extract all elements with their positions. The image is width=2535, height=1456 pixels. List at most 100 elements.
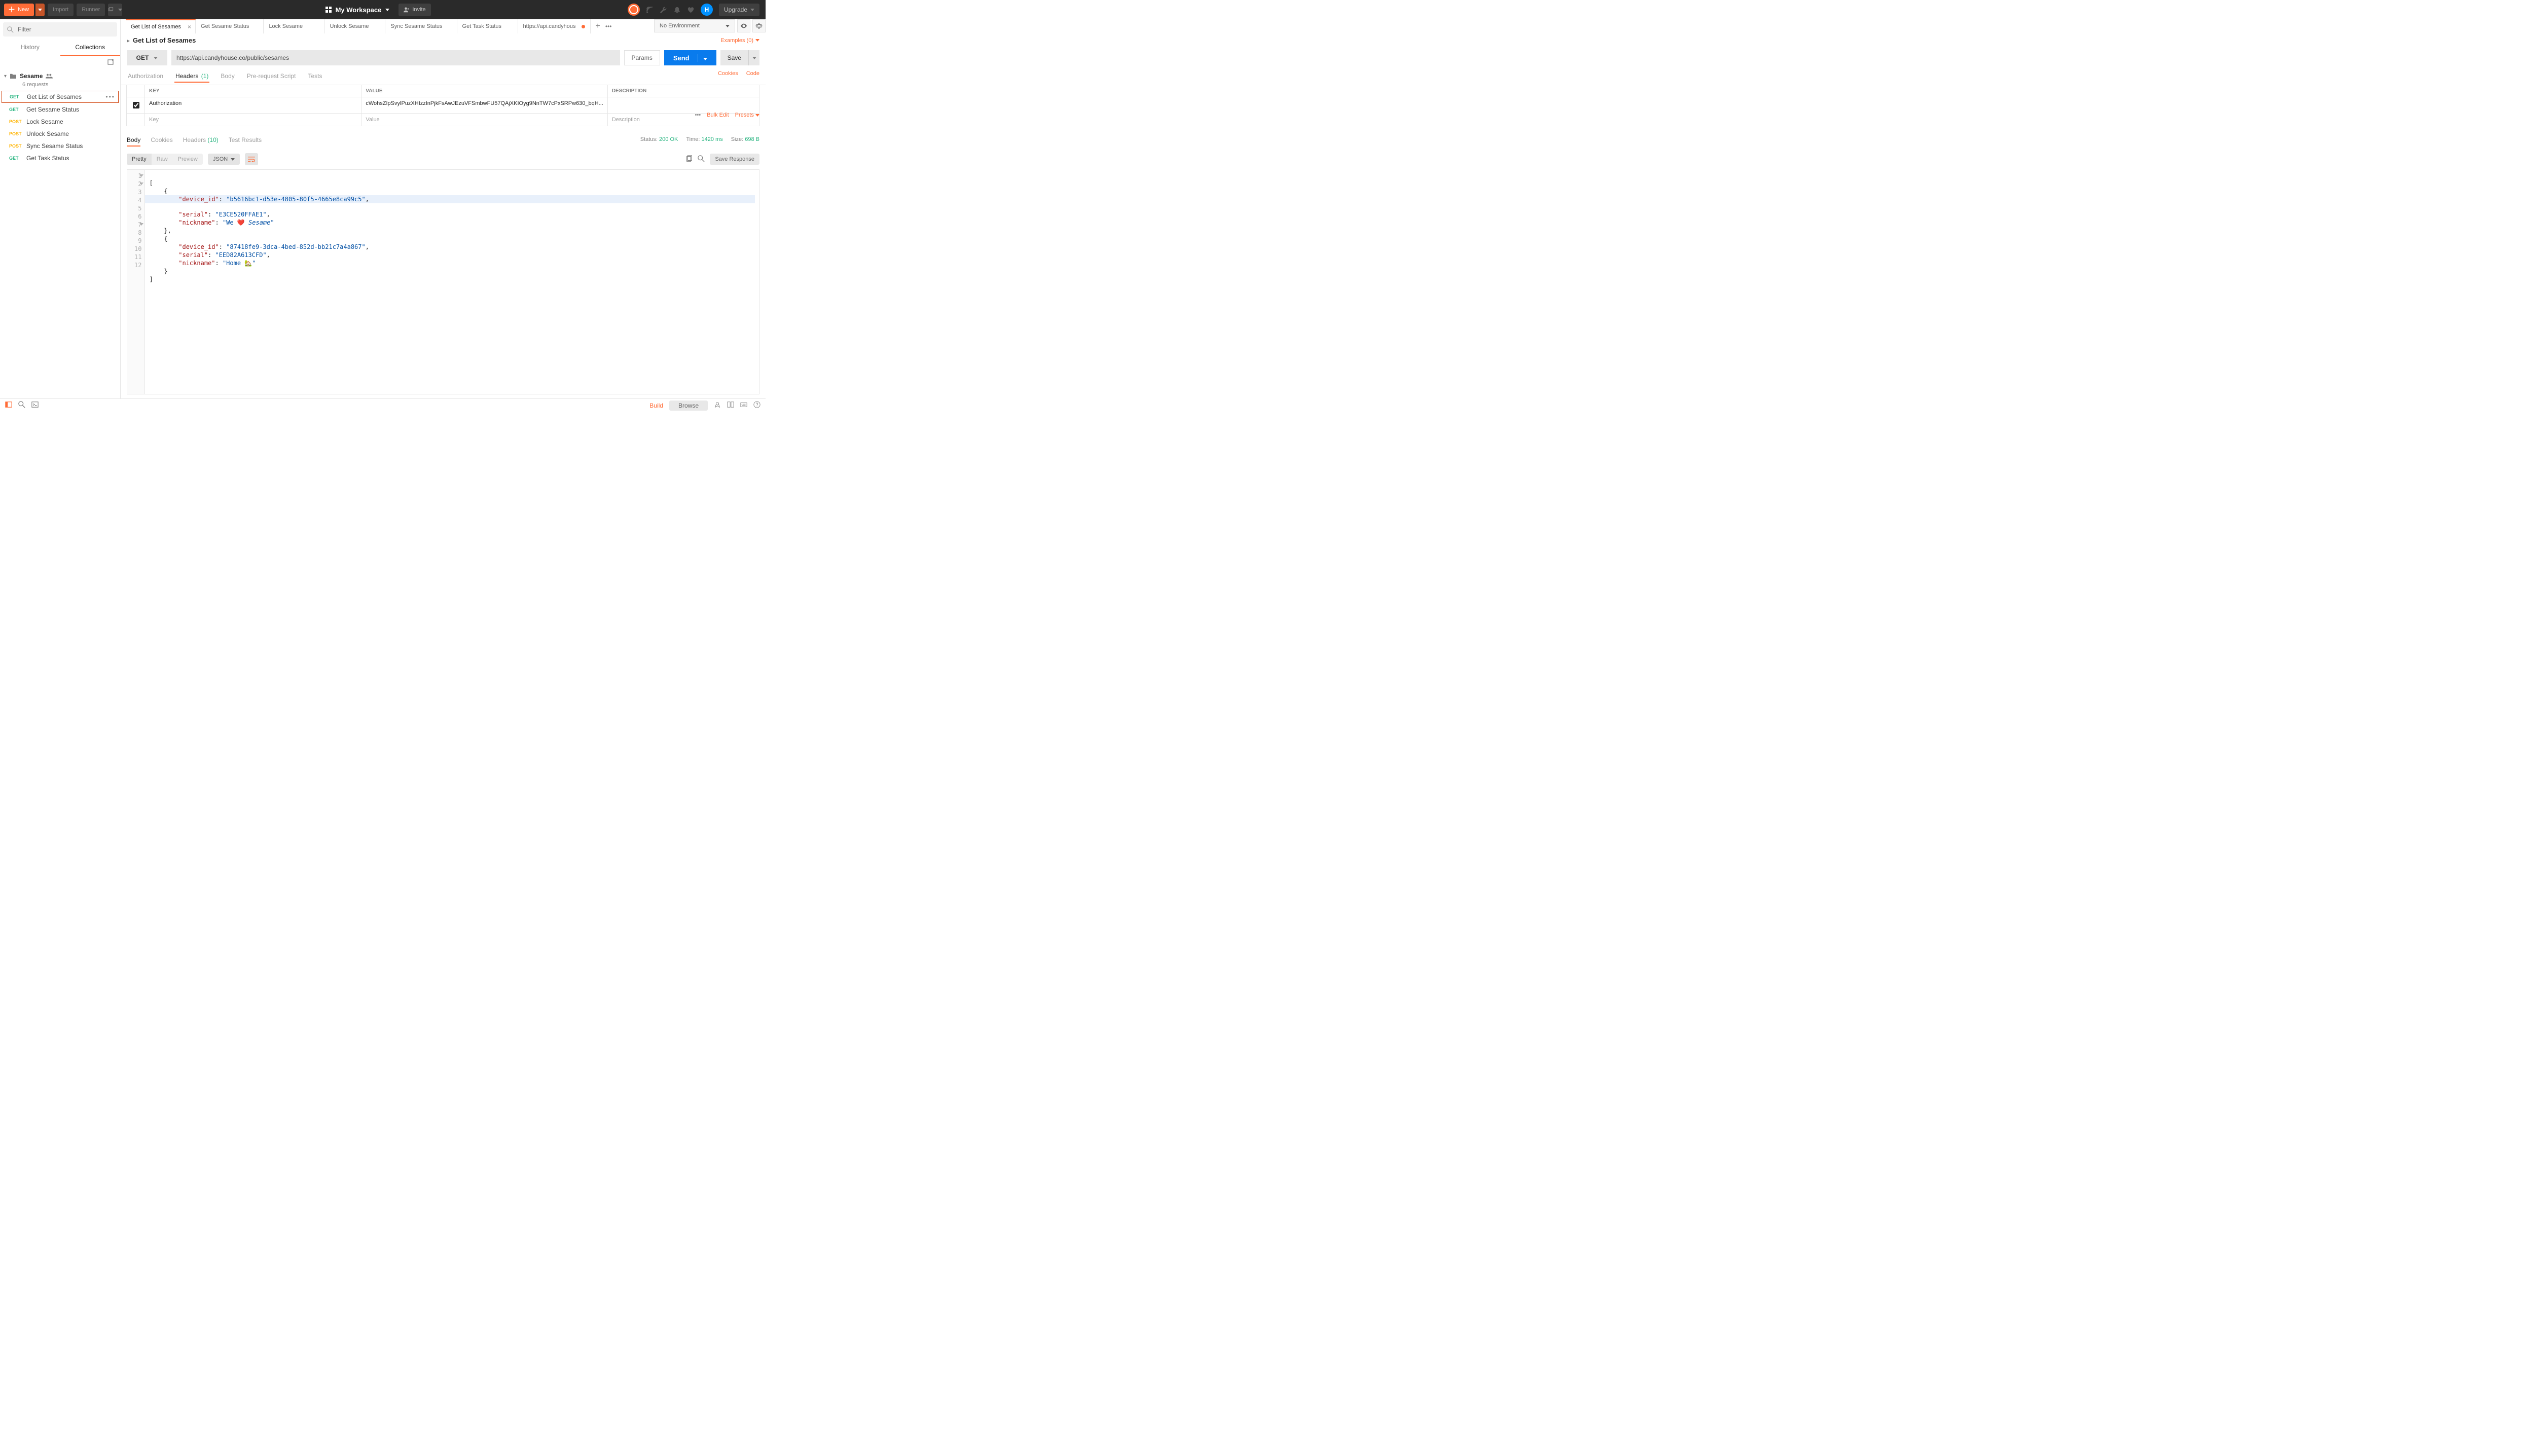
resptab-tests[interactable]: Test Results (229, 136, 262, 147)
tab-4[interactable]: Sync Sesame Status (385, 19, 457, 33)
collection-name: Sesame (20, 72, 43, 80)
resptab-body[interactable]: Body (127, 136, 140, 147)
resptab-headers[interactable]: Headers (10) (183, 136, 219, 147)
th-key: KEY (144, 85, 361, 97)
wrench-icon[interactable] (660, 6, 667, 14)
reqtab-tests[interactable]: Tests (307, 70, 323, 83)
view-pretty[interactable]: Pretty (127, 154, 152, 165)
keyboard-icon[interactable] (740, 401, 747, 410)
environment-dropdown[interactable]: No Environment (654, 19, 735, 32)
new-tab-button[interactable]: + (596, 22, 600, 31)
copy-icon[interactable] (685, 155, 693, 164)
filter-box[interactable] (3, 22, 117, 37)
resptab-cookies[interactable]: Cookies (151, 136, 172, 147)
sidebar-request-4[interactable]: POST Sync Sesame Status (0, 140, 120, 152)
tab-6[interactable]: https://api.candyhous (518, 19, 591, 33)
sidebar-tab-collections[interactable]: Collections (60, 40, 121, 56)
new-label: New (18, 7, 29, 13)
params-button[interactable]: Params (624, 50, 660, 65)
headers-menu-icon[interactable]: ••• (695, 112, 701, 118)
filter-input[interactable] (17, 25, 113, 33)
runner-button[interactable]: Runner (77, 4, 105, 16)
header-desc-cell[interactable] (607, 97, 759, 114)
bell-icon[interactable] (673, 6, 681, 14)
header-key-placeholder[interactable]: Key (144, 113, 361, 126)
gear-icon (755, 22, 763, 29)
env-settings-button[interactable] (752, 19, 766, 32)
browse-button[interactable]: Browse (669, 401, 708, 411)
header-value-placeholder[interactable]: Value (361, 113, 607, 126)
invite-button[interactable]: Invite (399, 4, 430, 16)
console-icon[interactable] (31, 401, 39, 410)
help-icon[interactable] (753, 401, 760, 410)
import-button[interactable]: Import (48, 4, 74, 16)
reqtab-headers[interactable]: Headers (1) (174, 70, 209, 83)
two-pane-icon[interactable] (727, 401, 734, 410)
chevron-down-icon (752, 57, 756, 59)
bulk-edit-link[interactable]: Bulk Edit (707, 112, 729, 118)
workspace-label: My Workspace (336, 6, 382, 14)
header-row-checkbox[interactable] (133, 102, 139, 108)
response-meta: Status: 200 OK Time: 1420 ms Size: 698 B (640, 136, 759, 147)
workspace-dropdown[interactable]: My Workspace (319, 4, 396, 16)
new-dropdown[interactable] (35, 4, 45, 16)
header-key-cell[interactable]: Authorization (144, 97, 361, 114)
cookies-link[interactable]: Cookies (718, 70, 738, 83)
method-dropdown[interactable]: GET (127, 50, 167, 65)
header-value-cell[interactable]: cWohsZIpSvylPuzXHIzzInPjkFsAwJEzuVFSmbwF… (361, 97, 607, 114)
chevron-down-icon (755, 114, 759, 117)
close-icon[interactable]: × (188, 23, 191, 30)
find-icon[interactable] (18, 401, 25, 410)
reqtab-authorization[interactable]: Authorization (127, 70, 164, 83)
reqtab-body[interactable]: Body (220, 70, 235, 83)
bootcamp-icon[interactable] (714, 401, 721, 410)
search-icon[interactable] (698, 155, 705, 164)
new-collection-icon[interactable] (107, 58, 115, 67)
view-preview[interactable]: Preview (173, 154, 203, 165)
examples-link[interactable]: Examples (0) (720, 38, 759, 44)
env-preview-button[interactable] (737, 19, 750, 32)
sidebar-request-0[interactable]: GET Get List of Sesames ••• (2, 91, 119, 103)
save-dropdown[interactable] (748, 50, 759, 65)
sidebar: History Collections ▾ Sesame 6 requests … (0, 19, 120, 398)
sidebar-toggle-icon[interactable] (5, 401, 12, 410)
sidebar-request-2[interactable]: POST Lock Sesame (0, 116, 120, 128)
code-link[interactable]: Code (746, 70, 759, 83)
new-window-button[interactable] (108, 4, 122, 16)
tab-5[interactable]: Get Task Status (457, 19, 518, 33)
satellite-icon[interactable] (646, 6, 654, 14)
tab-3[interactable]: Unlock Sesame (324, 19, 385, 33)
send-button[interactable]: Send (664, 50, 716, 65)
sidebar-request-3[interactable]: POST Unlock Sesame (0, 128, 120, 140)
wrap-icon (248, 156, 255, 162)
collection-header[interactable]: ▾ Sesame (0, 69, 120, 83)
presets-link[interactable]: Presets (735, 112, 759, 118)
wrap-button[interactable] (245, 153, 258, 165)
tab-2[interactable]: Lock Sesame (264, 19, 324, 33)
upgrade-button[interactable]: Upgrade (719, 4, 759, 16)
save-response-button[interactable]: Save Response (710, 154, 759, 165)
response-body[interactable]: 123456 789101112 [ { "device_id": "b5616… (127, 169, 759, 394)
tabs-row: Get List of Sesames× Get Sesame Status L… (121, 19, 766, 33)
heart-icon[interactable] (687, 6, 695, 14)
tab-1[interactable]: Get Sesame Status (196, 19, 264, 33)
body-lang-dropdown[interactable]: JSON (208, 154, 240, 165)
sidebar-request-1[interactable]: GET Get Sesame Status (0, 103, 120, 116)
sidebar-request-5[interactable]: GET Get Task Status (0, 152, 120, 164)
sidebar-tab-history[interactable]: History (0, 40, 60, 56)
dots-icon[interactable]: ••• (105, 93, 115, 100)
save-button[interactable]: Save (720, 50, 748, 65)
line-gutter: 123456 789101112 (127, 170, 145, 394)
tab-menu-button[interactable]: ••• (605, 23, 612, 30)
url-input[interactable]: https://api.candyhouse.co/public/sesames (171, 50, 620, 65)
avatar[interactable]: H (701, 4, 713, 16)
sync-icon[interactable] (628, 4, 640, 16)
tab-0[interactable]: Get List of Sesames× (126, 19, 196, 33)
new-button[interactable]: ＋ New (4, 4, 34, 16)
chevron-down-icon (726, 25, 730, 27)
build-button[interactable]: Build (649, 402, 663, 409)
reqtab-prerequest[interactable]: Pre-request Script (246, 70, 297, 83)
chevron-down-icon (750, 9, 754, 11)
breadcrumb-caret-icon[interactable]: ▸ (127, 37, 130, 44)
view-raw[interactable]: Raw (152, 154, 173, 165)
